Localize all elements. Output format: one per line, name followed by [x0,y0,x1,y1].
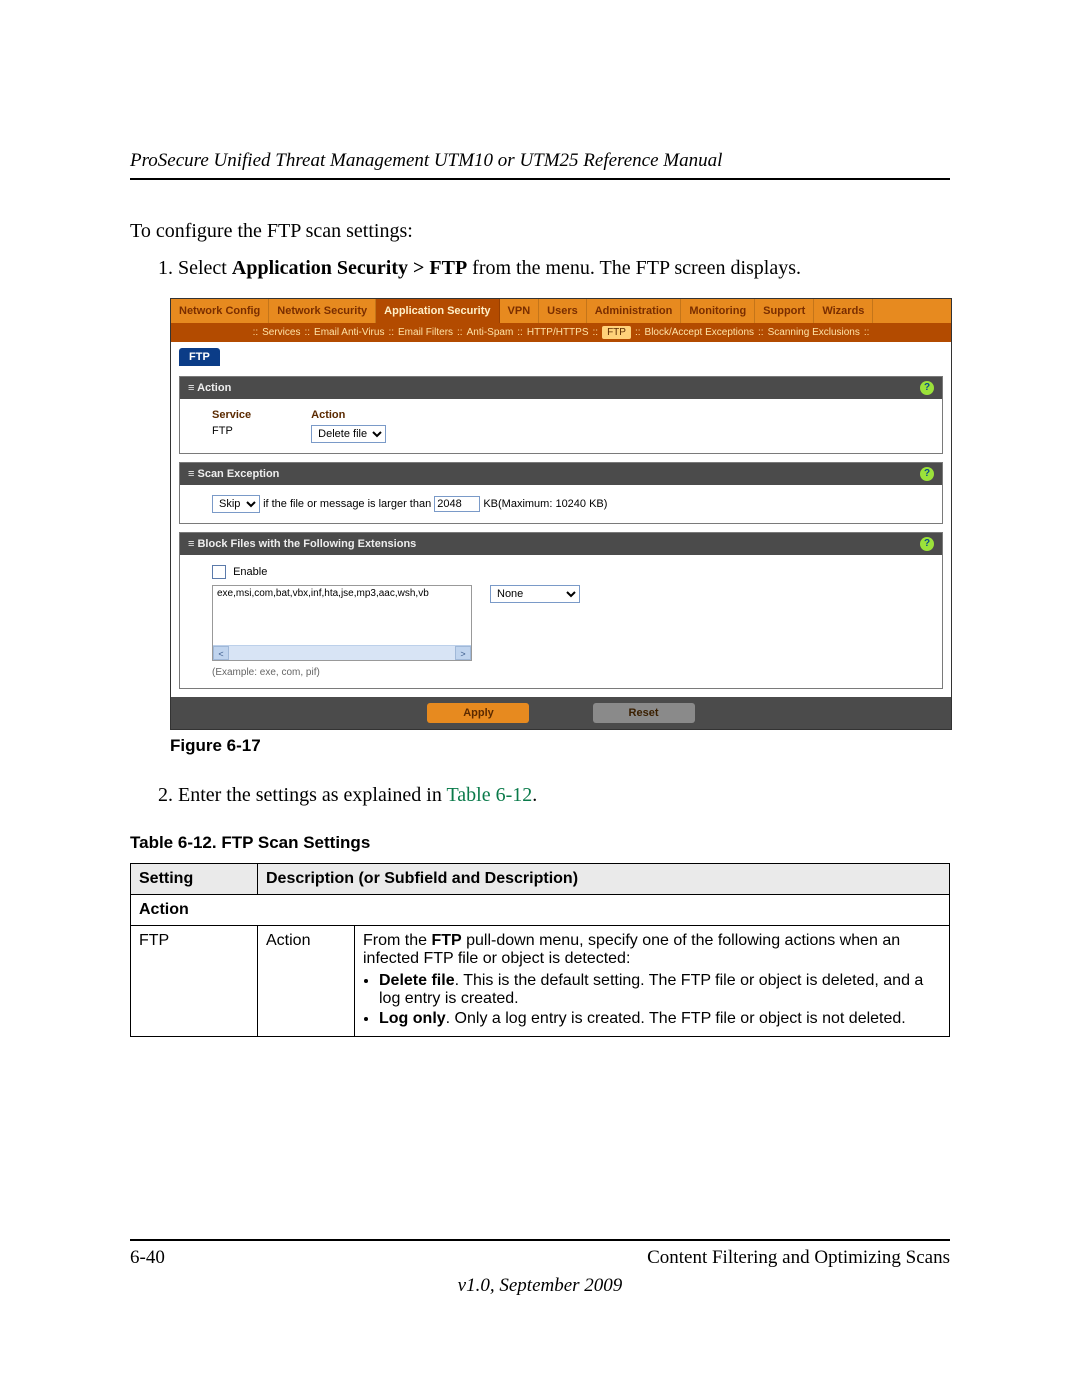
step1-bold: Application Security > FTP [232,257,467,279]
subnav-block-accept[interactable]: Block/Accept Exceptions [645,327,755,338]
skip-select[interactable]: Skip [212,495,260,513]
button-bar: Apply Reset [171,697,951,729]
chapter-title: Content Filtering and Optimizing Scans [647,1247,950,1269]
cell-ftp: FTP [131,926,258,1037]
help-icon[interactable]: ? [920,381,934,395]
subnav-email-filters[interactable]: Email Filters [398,327,453,338]
panel-block-ext: ≡ Block Files with the Following Extensi… [179,532,943,689]
panel-scan-exception: ≡ Scan Exception ? Skip if the file or m… [179,462,943,524]
step2-post: . [532,784,537,806]
subnav-email-av[interactable]: Email Anti-Virus [314,327,384,338]
step-2: Enter the settings as explained in Table… [178,784,950,807]
table-caption: Table 6-12. FTP Scan Settings [130,833,950,853]
apply-button[interactable]: Apply [427,703,529,723]
scanex-tail: KB(Maximum: 10240 KB) [483,498,607,510]
action-select[interactable]: Delete file [311,425,386,443]
panel-block-title: ≡ Block Files with the Following Extensi… [188,538,416,550]
step-1: Select Application Security > FTP from t… [178,257,950,280]
hscroll[interactable]: < > [213,645,471,660]
service-label: Service [212,409,251,421]
panel-action: ≡ Action ? Service FTP Action Delete fil… [179,376,943,454]
tab-application-security[interactable]: Application Security [376,299,499,323]
scroll-right-icon[interactable]: > [455,646,471,660]
cell-action: Action [258,926,355,1037]
scroll-left-icon[interactable]: < [213,646,229,660]
tab-support[interactable]: Support [755,299,814,323]
settings-table: Setting Description (or Subfield and Des… [130,863,950,1037]
panel-action-title: ≡ Action [188,382,231,394]
intro-text: To configure the FTP scan settings: [130,220,950,243]
footer: 6-40 Content Filtering and Optimizing Sc… [130,1239,950,1297]
tab-vpn[interactable]: VPN [500,299,540,323]
panel-scanex-title: ≡ Scan Exception [188,468,279,480]
step2-link[interactable]: Table 6-12 [446,784,532,806]
tab-users[interactable]: Users [539,299,587,323]
crumb: FTP [171,342,951,372]
sub-nav: ::Services::Email Anti-Virus::Email Filt… [171,323,951,342]
crumb-pill: FTP [179,348,220,366]
top-nav: Network Config Network Security Applicat… [171,299,951,323]
cell-desc: From the FTP pull-down menu, specify one… [355,926,950,1037]
screenshot-ftp: Network Config Network Security Applicat… [170,298,952,730]
ext-preset-select[interactable]: None [490,585,580,603]
step1-post: from the menu. The FTP screen displays. [467,257,801,279]
figure-caption: Figure 6-17 [170,736,950,756]
doc-header: ProSecure Unified Threat Management UTM1… [130,150,950,180]
th-setting: Setting [131,864,258,895]
tab-network-security[interactable]: Network Security [269,299,376,323]
tab-administration[interactable]: Administration [587,299,682,323]
subnav-scan-excl[interactable]: Scanning Exclusions [768,327,860,338]
help-icon[interactable]: ? [920,537,934,551]
page-number: 6-40 [130,1247,165,1269]
tab-network-config[interactable]: Network Config [171,299,269,323]
example-hint: (Example: exe, com, pif) [212,667,910,678]
tab-monitoring[interactable]: Monitoring [681,299,755,323]
version: v1.0, September 2009 [130,1275,950,1297]
extensions-value: exe,msi,com,bat,vbx,inf,hta,jse,mp3,aac,… [217,588,429,599]
subnav-http[interactable]: HTTP/HTTPS [527,327,589,338]
extensions-box[interactable]: exe,msi,com,bat,vbx,inf,hta,jse,mp3,aac,… [212,585,472,661]
subnav-services[interactable]: Services [262,327,300,338]
section-action: Action [131,895,950,926]
help-icon[interactable]: ? [920,467,934,481]
action-label: Action [311,409,386,421]
tab-wizards[interactable]: Wizards [814,299,873,323]
subnav-anti-spam[interactable]: Anti-Spam [467,327,514,338]
enable-label: Enable [233,566,267,578]
size-input[interactable] [434,496,480,512]
step2-pre: Enter the settings as explained in [178,784,446,806]
th-desc: Description (or Subfield and Description… [258,864,950,895]
enable-checkbox[interactable] [212,565,226,579]
reset-button[interactable]: Reset [593,703,695,723]
service-value: FTP [212,425,251,437]
subnav-ftp[interactable]: FTP [602,326,631,339]
step1-pre: Select [178,257,232,279]
scanex-mid: if the file or message is larger than [263,498,431,510]
